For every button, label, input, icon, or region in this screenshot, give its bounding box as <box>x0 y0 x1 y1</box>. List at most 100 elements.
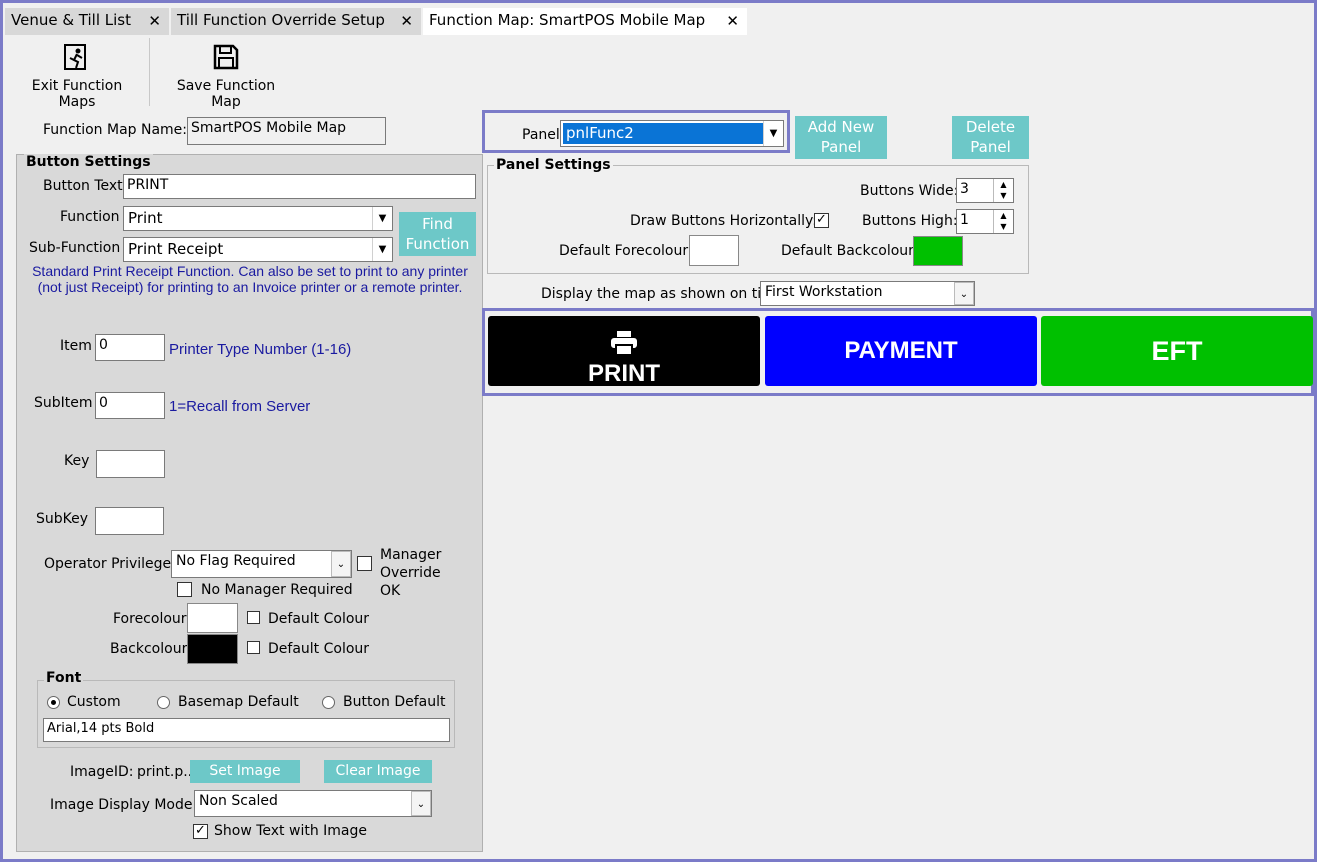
operator-privilege-select[interactable]: No Flag Required ⌄ <box>171 550 352 578</box>
function-value: Print <box>128 209 163 227</box>
buttons-high-value: 1 <box>960 212 969 228</box>
function-select[interactable]: Print ▼ <box>123 206 393 231</box>
subitem-input[interactable]: 0 <box>95 392 165 419</box>
backcolour-swatch[interactable] <box>187 634 238 664</box>
printer-icon <box>611 331 637 356</box>
image-display-mode-select[interactable]: Non Scaled ⌄ <box>194 790 432 817</box>
button-text-input[interactable]: PRINT <box>123 174 476 199</box>
save-icon <box>213 44 239 70</box>
font-custom-radio[interactable] <box>47 696 60 709</box>
show-text-with-image-checkbox[interactable]: ✓ <box>193 824 208 839</box>
exit-label: Exit Function Maps <box>31 78 123 110</box>
sub-function-value: Print Receipt <box>128 240 224 258</box>
draw-horizontally-checkbox[interactable]: ✓ <box>814 213 829 228</box>
chevron-down-icon[interactable]: ⌄ <box>954 282 974 305</box>
function-description: Standard Print Receipt Function. Can als… <box>32 263 468 295</box>
image-display-mode-label: Image Display Mode: <box>50 797 198 813</box>
spin-arrows-icon[interactable]: ▲ ▼ <box>993 210 1013 233</box>
map-button-payment-label: PAYMENT <box>844 337 958 364</box>
tab-venue-till-list[interactable]: Venue & Till List ✕ <box>5 8 169 35</box>
default-backcolour-swatch[interactable] <box>913 236 963 266</box>
function-label: Function <box>60 209 120 225</box>
default-backcolour-label: Default Backcolour <box>781 243 914 259</box>
subkey-input[interactable] <box>95 507 164 535</box>
close-icon[interactable]: ✕ <box>400 12 413 30</box>
clear-image-button[interactable]: Clear Image <box>324 760 432 783</box>
item-input[interactable]: 0 <box>95 334 165 361</box>
subitem-hint: 1=Recall from Server <box>169 398 311 415</box>
tab-function-map[interactable]: Function Map: SmartPOS Mobile Map ✕ <box>423 8 747 35</box>
item-label: Item <box>60 338 92 354</box>
draw-horizontally-label: Draw Buttons Horizontally: <box>630 213 818 229</box>
close-icon[interactable]: ✕ <box>726 12 739 30</box>
add-new-panel-button[interactable]: Add New Panel <box>795 116 887 159</box>
key-label: Key <box>64 453 90 469</box>
buttons-wide-label: Buttons Wide: <box>860 183 959 199</box>
tab-till-function-override[interactable]: Till Function Override Setup ✕ <box>171 8 421 35</box>
buttons-high-spinner[interactable]: 1 ▲ ▼ <box>956 209 1014 234</box>
panel-label: Panel <box>522 127 560 143</box>
buttons-high-label: Buttons High: <box>862 213 958 229</box>
operator-privilege-value: No Flag Required <box>176 553 296 569</box>
subitem-label: SubItem <box>34 395 93 411</box>
button-settings-title: Button Settings <box>24 154 153 170</box>
buttons-wide-value: 3 <box>960 181 969 197</box>
dropdown-arrow-icon[interactable]: ▼ <box>372 238 392 261</box>
backcolour-label: Backcolour <box>110 641 188 657</box>
save-function-map-button[interactable]: Save Function Map <box>160 42 292 110</box>
tab-label: Function Map: SmartPOS Mobile Map <box>429 11 706 29</box>
map-button-payment[interactable]: PAYMENT <box>765 316 1037 386</box>
font-group-title: Font <box>44 670 84 686</box>
function-map-name-field[interactable]: SmartPOS Mobile Map <box>187 117 386 145</box>
font-custom-label: Custom <box>67 694 121 710</box>
tab-bar: Venue & Till List ✕ Till Function Overri… <box>3 3 1314 35</box>
delete-panel-button[interactable]: Delete Panel <box>952 116 1029 159</box>
exit-icon <box>64 44 86 70</box>
imageid-value: print.p... <box>137 764 197 780</box>
default-backcolour-checkbox[interactable] <box>247 641 260 654</box>
buttons-wide-spinner[interactable]: 3 ▲ ▼ <box>956 178 1014 203</box>
font-button-default-radio[interactable] <box>322 696 335 709</box>
forecolour-swatch[interactable] <box>187 603 238 633</box>
map-button-eft[interactable]: EFT <box>1041 316 1313 386</box>
map-button-print[interactable]: PRINT <box>488 316 760 387</box>
subkey-label: SubKey <box>36 511 89 527</box>
imageid-label: ImageID: <box>70 764 134 780</box>
default-forecolour-checkbox[interactable] <box>247 611 260 624</box>
close-icon[interactable]: ✕ <box>148 12 161 30</box>
default-forecolour-label: Default Colour <box>268 611 370 627</box>
font-basemap-default-label: Basemap Default <box>178 694 299 710</box>
show-text-with-image-label: Show Text with Image <box>214 823 367 839</box>
exit-function-maps-button[interactable]: Exit Function Maps <box>12 42 142 110</box>
no-manager-required-checkbox[interactable] <box>177 582 192 597</box>
font-button-default-label: Button Default <box>343 694 446 710</box>
dropdown-arrow-icon[interactable]: ▼ <box>763 121 783 146</box>
chevron-down-icon[interactable]: ⌄ <box>411 791 431 816</box>
display-map-select[interactable]: First Workstation ⌄ <box>760 281 975 306</box>
default-forecolour-swatch[interactable] <box>689 235 739 266</box>
font-basemap-default-radio[interactable] <box>157 696 170 709</box>
operator-privilege-label: Operator Privilege: <box>44 556 176 572</box>
find-function-button[interactable]: Find Function <box>399 212 476 256</box>
forecolour-label: Forecolour <box>113 611 187 627</box>
key-input[interactable] <box>96 450 165 478</box>
panel-select[interactable]: pnlFunc2 ▼ <box>560 120 784 147</box>
save-label: Save Function Map <box>176 78 276 110</box>
manager-override-checkbox[interactable] <box>357 556 372 571</box>
toolbar-separator <box>149 38 150 106</box>
sub-function-select[interactable]: Print Receipt ▼ <box>123 237 393 262</box>
manager-override-label: Manager Override OK <box>380 547 442 599</box>
panel-value: pnlFunc2 <box>563 123 763 144</box>
spin-arrows-icon[interactable]: ▲ ▼ <box>993 179 1013 202</box>
tab-label: Venue & Till List <box>11 11 131 29</box>
no-manager-required-label: No Manager Required <box>201 582 353 598</box>
map-button-print-label: PRINT <box>588 360 660 387</box>
display-map-label: Display the map as shown on till: <box>541 286 774 302</box>
button-text-label: Button Text <box>43 178 123 194</box>
panel-settings-title: Panel Settings <box>494 157 613 173</box>
font-value-field[interactable]: Arial,14 pts Bold <box>43 718 450 742</box>
item-hint: Printer Type Number (1-16) <box>169 341 352 358</box>
chevron-down-icon[interactable]: ⌄ <box>331 551 351 577</box>
set-image-button[interactable]: Set Image <box>190 760 300 783</box>
dropdown-arrow-icon[interactable]: ▼ <box>372 207 392 230</box>
